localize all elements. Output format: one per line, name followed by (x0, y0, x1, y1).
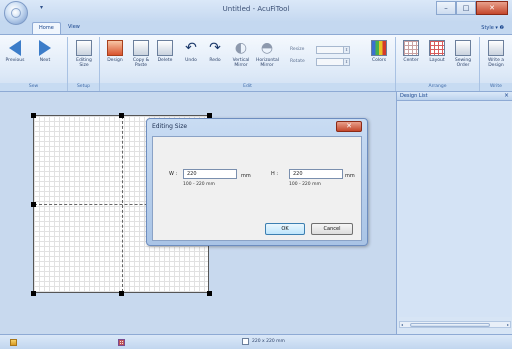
status-grid-icon[interactable] (118, 339, 125, 346)
design-button[interactable]: Design (104, 40, 126, 63)
editing-size-dialog: Editing Size ✕ W : 220 mm 100 - 220 mm H… (146, 118, 368, 246)
ribbon-group-write: Write a Design Write (480, 37, 512, 91)
resize-handle-top-left[interactable] (31, 113, 36, 118)
status-bar: 220 x 220 mm (0, 334, 512, 349)
resize-input[interactable] (316, 45, 344, 54)
editing-size-icon (76, 40, 92, 56)
rotate-input[interactable] (316, 57, 344, 66)
ribbon-group-setup: Editing Size Setup (68, 37, 100, 91)
hoop-size-indicator: 220 x 220 mm (242, 338, 285, 345)
undo-icon: ↶ (185, 40, 197, 56)
design-list-scrollbar[interactable]: ◂ ▸ (399, 321, 511, 328)
ribbon-group-sew: Previous Next Sew (0, 37, 68, 91)
group-label-edit: Edit (100, 83, 395, 91)
colors-button[interactable]: Colors (368, 40, 390, 63)
tab-view[interactable]: View (62, 22, 86, 34)
group-label-setup: Setup (68, 83, 99, 91)
width-range-hint: 100 - 220 mm (183, 182, 215, 187)
group-label-arrange: Arrange (396, 83, 479, 91)
resize-handle-bottom-right[interactable] (207, 291, 212, 296)
delete-icon (157, 40, 173, 56)
hoop-size-text: 220 x 220 mm (252, 339, 285, 344)
sewing-order-button[interactable]: Sewing Order (452, 40, 474, 68)
resize-handle-bottom[interactable] (119, 291, 124, 296)
write-design-icon (488, 40, 504, 56)
application-orb-icon (11, 8, 21, 18)
rotate-spin-icon[interactable]: ⇕ (344, 57, 350, 66)
title-bar: ▾ Untitled - AcuFiTool – □ ✕ (0, 0, 512, 25)
minimize-button[interactable]: – (436, 1, 456, 15)
status-design-icon[interactable] (10, 339, 17, 346)
group-label-sew: Sew (0, 83, 67, 91)
design-list-panel: Design List × ◂ ▸ (396, 92, 512, 334)
resize-spin-icon[interactable]: ⇕ (344, 45, 350, 54)
rotate-spin[interactable]: Rotate ⇕ (290, 57, 350, 66)
redo-icon: ↷ (209, 40, 221, 56)
previous-button[interactable]: Previous (4, 40, 26, 63)
window-controls: – □ ✕ (436, 1, 508, 15)
application-menu-button[interactable] (4, 1, 28, 25)
resize-label: Resize (290, 47, 305, 52)
editing-size-button[interactable]: Editing Size (73, 40, 95, 68)
sewing-order-icon (455, 40, 471, 56)
maximize-button[interactable]: □ (456, 1, 476, 15)
scroll-right-icon[interactable]: ▸ (507, 322, 509, 327)
horizontal-mirror-button[interactable]: ◓ Horizontal Mirror (256, 40, 279, 68)
center-icon (403, 40, 419, 56)
arrow-left-icon (7, 40, 23, 56)
horizontal-mirror-icon: ◓ (260, 40, 274, 56)
design-list-title: Design List (400, 93, 428, 99)
ribbon-group-arrange: Center Layout Sewing Order Arrange (396, 37, 480, 91)
resize-handle-left[interactable] (31, 202, 36, 207)
ok-button[interactable]: OK (265, 223, 305, 235)
scroll-left-icon[interactable]: ◂ (401, 322, 403, 327)
write-design-button[interactable]: Write a Design (485, 40, 507, 68)
vertical-mirror-icon: ◐ (234, 40, 248, 56)
vertical-mirror-button[interactable]: ◐ Vertical Mirror (230, 40, 252, 68)
resize-handle-top[interactable] (119, 113, 124, 118)
undo-button[interactable]: ↶ Undo (180, 40, 202, 63)
design-list-header: Design List × (397, 92, 512, 101)
next-button[interactable]: Next (34, 40, 56, 63)
ribbon-tab-row: Home View Style ▾ ❷ (0, 22, 512, 34)
delete-button[interactable]: Delete (154, 40, 176, 63)
style-menu[interactable]: Style ▾ ❷ (481, 25, 504, 31)
width-label: W : (169, 171, 178, 177)
hoop-size-checkbox-icon[interactable] (242, 338, 249, 345)
layout-button[interactable]: Layout (426, 40, 448, 63)
resize-handle-bottom-left[interactable] (31, 291, 36, 296)
panel-close-icon[interactable]: × (504, 92, 509, 99)
height-input[interactable]: 220 (289, 169, 343, 179)
close-button[interactable]: ✕ (476, 1, 508, 15)
rotate-label: Rotate (290, 59, 305, 64)
cancel-button[interactable]: Cancel (311, 223, 353, 235)
height-unit: mm (345, 173, 355, 179)
design-icon (107, 40, 123, 56)
dialog-body: W : 220 mm 100 - 220 mm H : 220 mm 100 -… (152, 136, 362, 241)
copy-paste-button[interactable]: Copy & Paste (130, 40, 152, 68)
dialog-close-button[interactable]: ✕ (336, 121, 362, 132)
copy-paste-icon (133, 40, 149, 56)
arrow-right-icon (37, 40, 53, 56)
resize-spin[interactable]: Resize ⇕ (290, 45, 350, 54)
width-input[interactable]: 220 (183, 169, 237, 179)
height-label: H : (271, 171, 279, 177)
redo-button[interactable]: ↷ Redo (204, 40, 226, 63)
layout-icon (429, 40, 445, 56)
ribbon-group-edit: Design Copy & Paste Delete ↶ Undo ↷ Redo… (100, 37, 396, 91)
design-list[interactable] (399, 103, 511, 317)
group-label-write: Write (480, 83, 512, 91)
width-unit: mm (241, 173, 251, 179)
colors-icon (371, 40, 387, 56)
height-range-hint: 100 - 220 mm (289, 182, 321, 187)
scroll-thumb[interactable] (410, 323, 490, 327)
tab-home[interactable]: Home (32, 22, 61, 34)
center-button[interactable]: Center (400, 40, 422, 63)
ribbon: Previous Next Sew Editing Size Setup Des… (0, 34, 512, 92)
dialog-title: Editing Size (152, 123, 188, 130)
